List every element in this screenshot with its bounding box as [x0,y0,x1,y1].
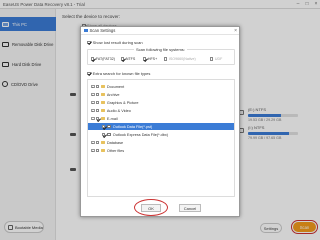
tree-checkbox[interactable] [96,140,100,145]
extra-search-option[interactable]: Extra search for known file types [87,71,150,76]
tree-item-label: Database [106,140,124,145]
tree-item-database[interactable]: + Database [88,139,234,146]
tree-checkbox[interactable] [102,124,106,129]
tree-item-graphics[interactable]: + Graphics & Picture [88,99,234,106]
show-lost-option[interactable]: Show lost result during scan [87,40,143,45]
tree-item-label: E-mail [106,116,118,121]
folder-icon [100,116,106,121]
tree-item-email[interactable]: − E-mail [88,115,234,122]
fs-label: HFS+ [147,57,158,61]
fs-checkbox[interactable] [121,57,125,61]
collapse-icon[interactable]: − [91,116,95,121]
fs-label: ISO9660(Native) [168,57,196,61]
tree-checkbox[interactable] [96,108,100,113]
tree-checkbox[interactable] [96,84,100,89]
folder-icon [100,100,106,105]
extra-search-checkbox[interactable] [87,71,91,76]
tree-checkbox[interactable] [102,132,106,137]
fs-checkbox[interactable] [143,57,147,61]
fs-checkbox[interactable] [91,57,95,61]
fs-option-fat[interactable]: FAT(FAT32) [91,57,115,61]
tree-item-outlook-pst[interactable]: Outlook Data File(*.pst) [88,123,234,130]
expand-icon[interactable]: + [91,100,95,105]
fs-checkbox[interactable] [210,57,214,61]
app-icon [84,28,88,33]
folder-icon [100,148,106,153]
folder-icon [100,108,106,113]
expand-icon[interactable]: + [91,140,95,145]
tree-item-audio-video[interactable]: + Audio & Video [88,107,234,114]
fs-option-udf[interactable]: UDF [210,57,222,61]
file-system-group: Scan following file systems: FAT(FAT32) … [87,47,235,65]
folder-icon [100,92,106,97]
fs-label: FAT(FAT32) [95,57,115,61]
tree-item-label: Outlook Express Data File(*.dbx) [112,132,169,137]
ok-button[interactable]: OK [141,204,161,212]
file-type-tree: + Document + Archive + Graphics & Pictur… [87,79,235,197]
tree-checkbox[interactable] [96,148,100,153]
tree-item-label: Archive [106,92,120,97]
tree-item-document[interactable]: + Document [88,83,234,90]
extra-search-label: Extra search for known file types [92,71,151,76]
folder-icon [100,140,106,145]
fs-option-iso9660[interactable]: ISO9660(Native) [164,57,196,61]
tree-item-outlook-dbx[interactable]: Outlook Express Data File(*.dbx) [88,131,234,138]
tree-item-label: Graphics & Picture [106,100,139,105]
dialog-title: Scan Settings [89,28,116,33]
expand-icon[interactable]: + [91,108,95,113]
expand-icon[interactable]: + [91,84,95,89]
fs-option-hfs[interactable]: HFS+ [143,57,157,61]
tree-item-archive[interactable]: + Archive [88,91,234,98]
file-system-legend: Scan following file systems: [134,47,187,52]
close-icon[interactable]: × [234,27,237,35]
tree-item-label: Document [106,84,125,89]
tree-checkbox[interactable] [96,92,100,97]
email-file-icon [106,132,112,137]
tree-item-other-files[interactable]: + Other files [88,147,234,154]
expand-icon[interactable]: + [91,148,95,153]
email-file-icon [106,124,112,129]
show-lost-checkbox[interactable] [87,40,91,45]
tree-checkbox[interactable] [96,116,100,121]
tree-checkbox[interactable] [96,100,100,105]
expand-icon[interactable]: + [91,92,95,97]
fs-label: UDF [214,57,223,61]
scan-settings-dialog: Scan Settings × Show lost result during … [80,26,240,217]
cancel-button[interactable]: Cancel [179,204,201,212]
tree-item-label: Other files [106,148,125,153]
fs-label: NTFS [125,57,136,61]
dialog-title-bar: Scan Settings × [81,27,239,35]
folder-icon [100,84,106,89]
show-lost-label: Show lost result during scan [92,40,143,45]
fs-checkbox[interactable] [164,57,168,61]
tree-item-label: Outlook Data File(*.pst) [112,124,153,129]
fs-option-ntfs[interactable]: NTFS [121,57,135,61]
tree-item-label: Audio & Video [106,108,131,113]
